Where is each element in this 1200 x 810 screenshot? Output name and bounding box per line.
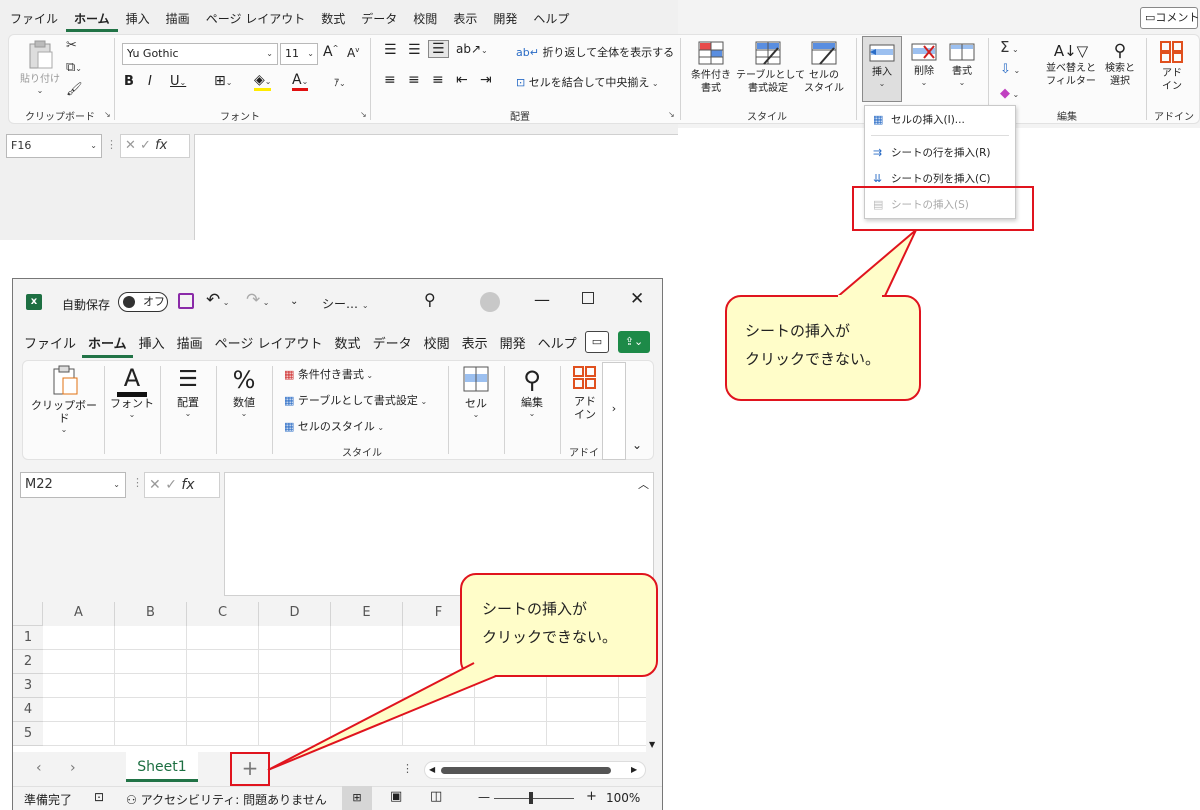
callout-pointer-lower <box>267 662 497 771</box>
